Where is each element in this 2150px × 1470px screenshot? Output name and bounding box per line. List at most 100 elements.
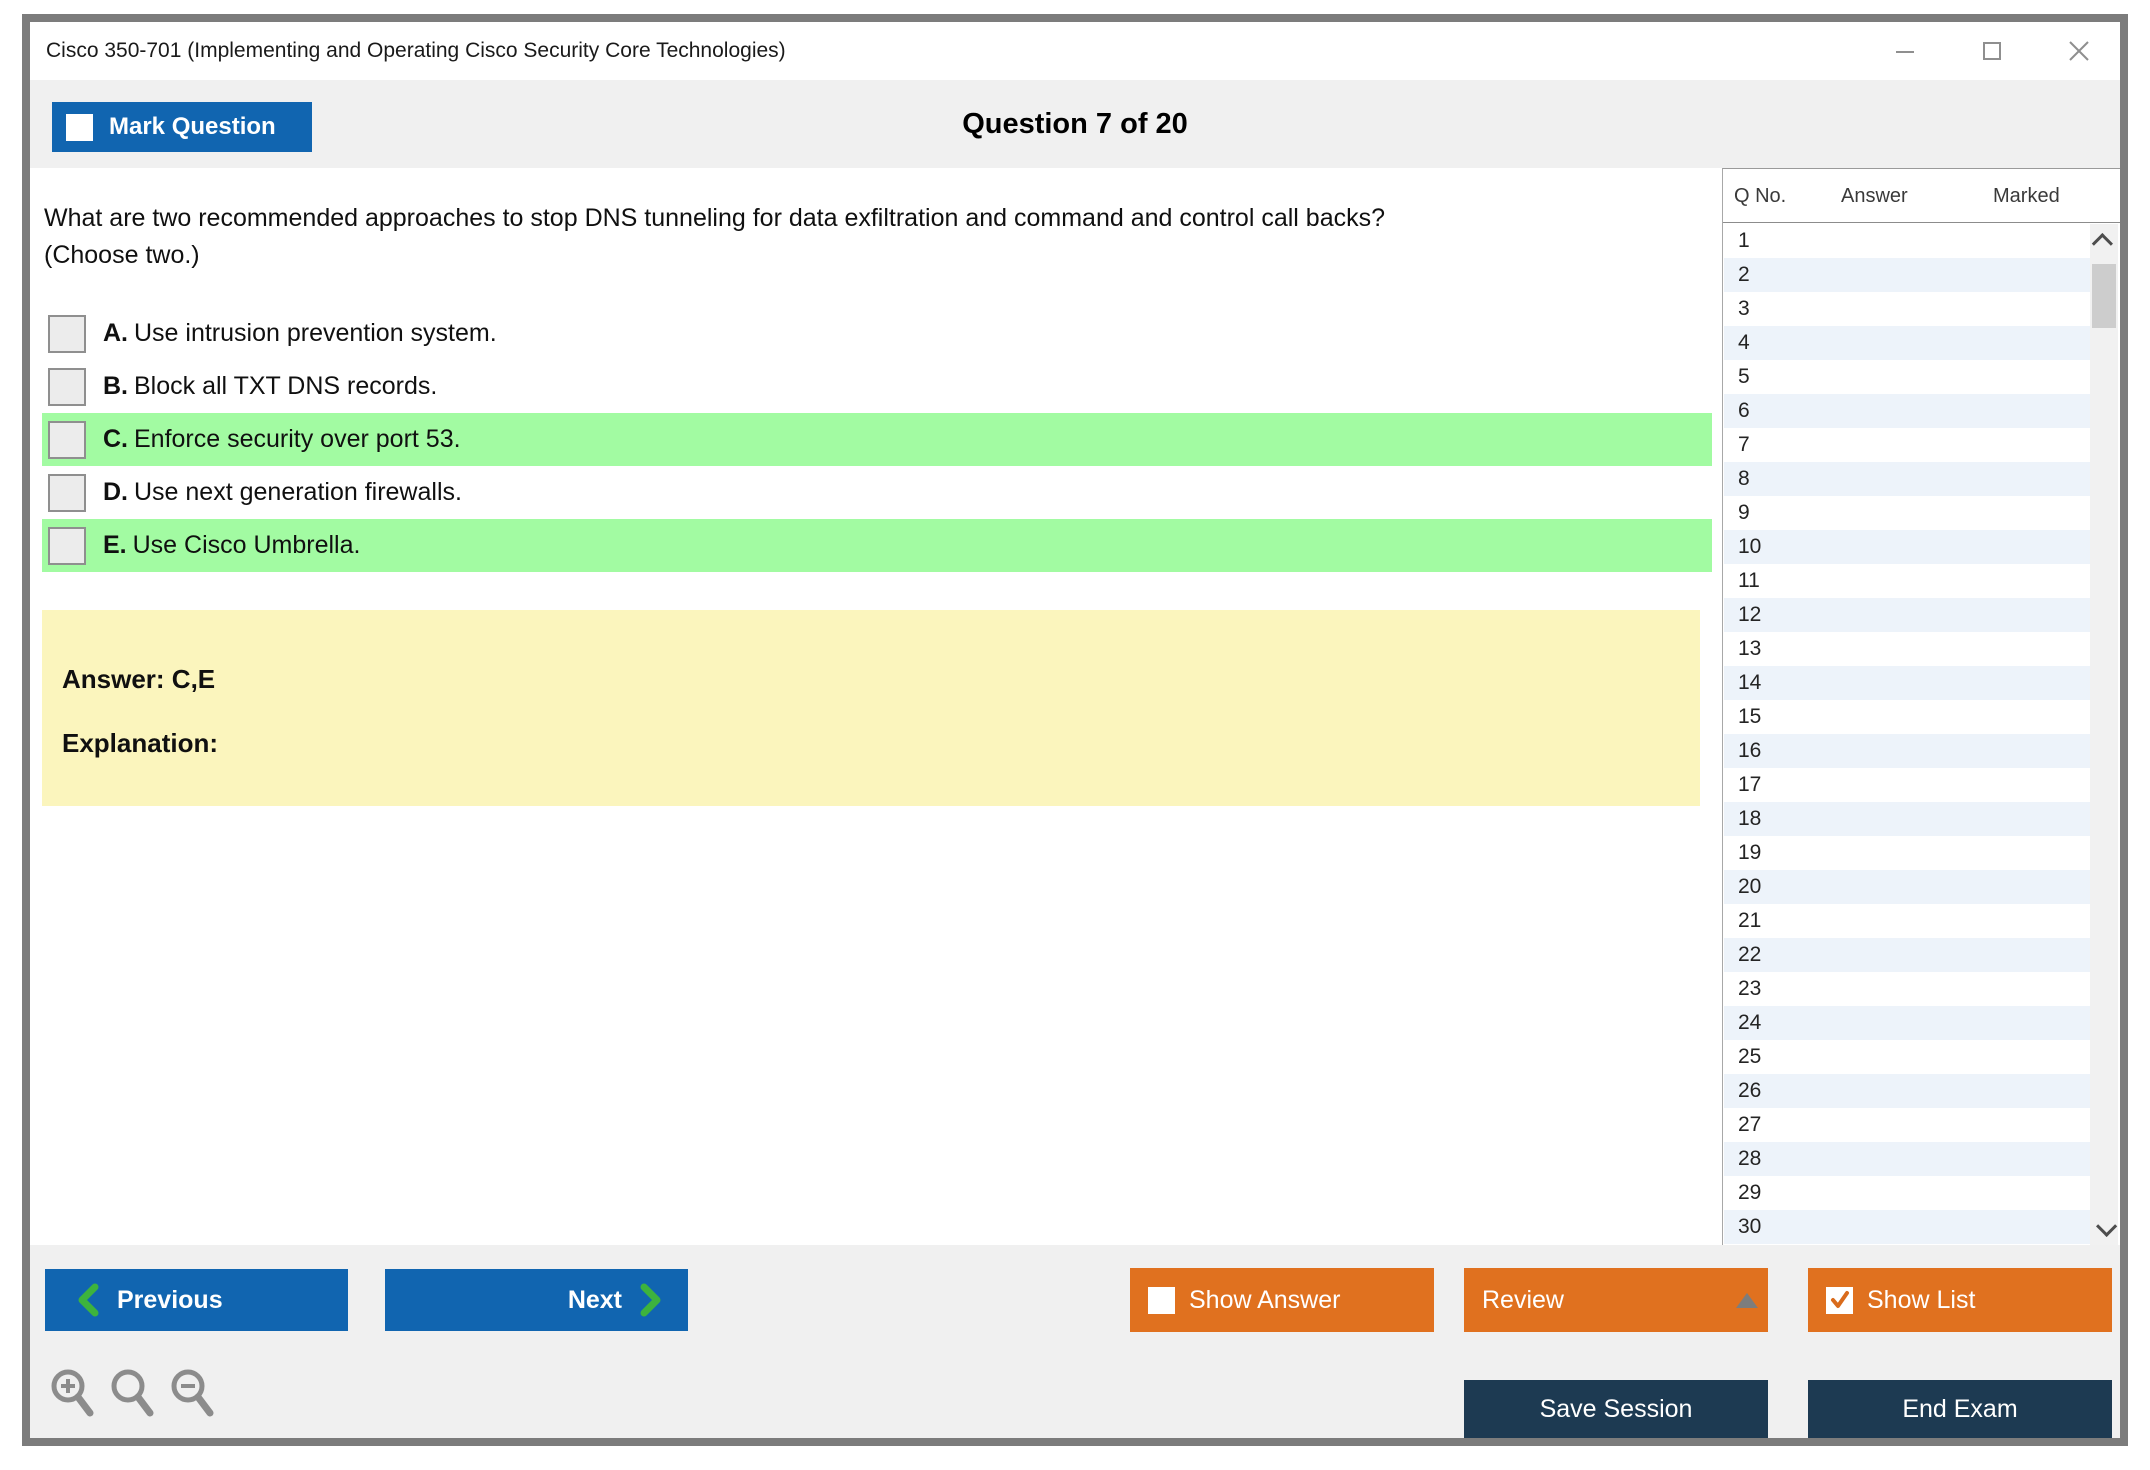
answer-option-c[interactable]: C. Enforce security over port 53. — [42, 413, 1712, 466]
question-list-row[interactable]: 10 — [1724, 530, 2091, 564]
answer-option-e[interactable]: E. Use Cisco Umbrella. — [42, 519, 1712, 572]
option-text: Use intrusion prevention system. — [134, 319, 497, 347]
row-answer — [1824, 904, 1964, 938]
question-list-row[interactable]: 17 — [1724, 768, 2091, 802]
answer-option-b[interactable]: B. Block all TXT DNS records. — [42, 360, 1712, 413]
mark-question-button[interactable]: Mark Question — [52, 102, 312, 152]
row-marked — [1964, 224, 2091, 258]
answer-value: Answer: C,E — [62, 664, 216, 694]
question-list-row[interactable]: 20 — [1724, 870, 2091, 904]
question-list-row[interactable]: 27 — [1724, 1108, 2091, 1142]
question-list-row[interactable]: 26 — [1724, 1074, 2091, 1108]
row-marked — [1964, 1108, 2091, 1142]
row-marked — [1964, 360, 2091, 394]
question-list-row[interactable]: 1 — [1724, 224, 2091, 258]
question-list-row[interactable]: 11 — [1724, 564, 2091, 598]
answer-option-a[interactable]: A. Use intrusion prevention system. — [42, 307, 1712, 360]
question-list-row[interactable]: 15 — [1724, 700, 2091, 734]
review-button[interactable]: Review — [1464, 1268, 1768, 1332]
question-list-row[interactable]: 24 — [1724, 1006, 2091, 1040]
row-answer — [1824, 360, 1964, 394]
zoom-in-icon[interactable] — [48, 1367, 96, 1419]
show-answer-checkbox[interactable] — [1148, 1286, 1175, 1314]
question-counter: Question 7 of 20 — [962, 108, 1188, 140]
row-question-number: 18 — [1738, 807, 1762, 830]
save-session-button[interactable]: Save Session — [1464, 1380, 1768, 1438]
question-list-row[interactable]: 19 — [1724, 836, 2091, 870]
exam-window: Cisco 350-701 (Implementing and Operatin… — [22, 14, 2128, 1446]
row-answer — [1824, 870, 1964, 904]
question-list-row[interactable]: 6 — [1724, 394, 2091, 428]
row-answer — [1824, 1006, 1964, 1040]
row-question-number: 11 — [1738, 569, 1760, 592]
question-list-row[interactable]: 5 — [1724, 360, 2091, 394]
answer-option-d[interactable]: D. Use next generation firewalls. — [42, 466, 1712, 519]
question-list-row[interactable]: 25 — [1724, 1040, 2091, 1074]
scrollbar-thumb[interactable] — [2092, 264, 2116, 328]
row-marked — [1964, 1142, 2091, 1176]
question-list-row[interactable]: 30 — [1724, 1210, 2091, 1244]
mark-question-checkbox[interactable] — [66, 113, 93, 141]
row-answer — [1824, 1040, 1964, 1074]
close-button[interactable] — [2062, 34, 2096, 68]
question-list-row[interactable]: 9 — [1724, 496, 2091, 530]
row-question-number: 7 — [1738, 433, 1750, 456]
option-checkbox[interactable] — [48, 368, 86, 406]
row-question-number: 2 — [1738, 263, 1750, 286]
option-checkbox[interactable] — [48, 527, 86, 565]
question-line2: (Choose two.) — [44, 241, 200, 269]
show-list-checkbox[interactable] — [1826, 1286, 1853, 1314]
next-label: Next — [567, 1285, 622, 1314]
scroll-down-button[interactable] — [2090, 1211, 2118, 1245]
column-marked: Marked — [1993, 185, 2060, 207]
question-list-row[interactable]: 12 — [1724, 598, 2091, 632]
question-list-row[interactable]: 16 — [1724, 734, 2091, 768]
end-exam-button[interactable]: End Exam — [1808, 1380, 2112, 1438]
question-list-row[interactable]: 29 — [1724, 1176, 2091, 1210]
row-answer — [1824, 1074, 1964, 1108]
show-list-button[interactable]: Show List — [1808, 1268, 2112, 1332]
row-question-number: 5 — [1738, 365, 1750, 388]
scroll-up-button[interactable] — [2090, 224, 2118, 258]
chevron-left-icon — [78, 1283, 99, 1317]
option-text: Use Cisco Umbrella. — [132, 531, 361, 559]
row-marked — [1964, 1176, 2091, 1210]
scrollbar[interactable] — [2090, 224, 2118, 1245]
question-list-row[interactable]: 22 — [1724, 938, 2091, 972]
row-marked — [1964, 394, 2091, 428]
row-question-number: 9 — [1738, 501, 1750, 524]
next-button[interactable]: Next — [385, 1269, 688, 1331]
option-checkbox[interactable] — [48, 421, 86, 459]
row-answer — [1824, 1108, 1964, 1142]
row-marked — [1964, 666, 2091, 700]
row-answer — [1824, 1210, 1964, 1244]
question-list-row[interactable]: 28 — [1724, 1142, 2091, 1176]
row-answer — [1824, 258, 1964, 292]
row-marked — [1964, 496, 2091, 530]
show-answer-button[interactable]: Show Answer — [1130, 1268, 1434, 1332]
question-list-row[interactable]: 14 — [1724, 666, 2091, 700]
column-qno: Q No. — [1734, 185, 1787, 207]
question-list-row[interactable]: 18 — [1724, 802, 2091, 836]
zoom-out-icon[interactable] — [168, 1367, 216, 1419]
option-checkbox[interactable] — [48, 315, 86, 353]
zoom-reset-icon[interactable] — [108, 1367, 156, 1419]
question-list-row[interactable]: 3 — [1724, 292, 2091, 326]
question-list-row[interactable]: 2 — [1724, 258, 2091, 292]
chevron-up-icon — [2091, 232, 2113, 254]
title-bar: Cisco 350-701 (Implementing and Operatin… — [30, 22, 2120, 80]
row-marked — [1964, 564, 2091, 598]
minimize-button[interactable] — [1888, 34, 1922, 68]
question-list-row[interactable]: 13 — [1724, 632, 2091, 666]
maximize-button[interactable] — [1975, 34, 2009, 68]
option-checkbox[interactable] — [48, 474, 86, 512]
chevron-right-icon — [640, 1283, 661, 1317]
question-list-row[interactable]: 4 — [1724, 326, 2091, 360]
row-marked — [1964, 836, 2091, 870]
question-list-row[interactable]: 8 — [1724, 462, 2091, 496]
question-list-row[interactable]: 7 — [1724, 428, 2091, 462]
question-list-row[interactable]: 21 — [1724, 904, 2091, 938]
question-list-row[interactable]: 23 — [1724, 972, 2091, 1006]
previous-button[interactable]: Previous — [45, 1269, 348, 1331]
save-session-label: Save Session — [1539, 1394, 1693, 1423]
